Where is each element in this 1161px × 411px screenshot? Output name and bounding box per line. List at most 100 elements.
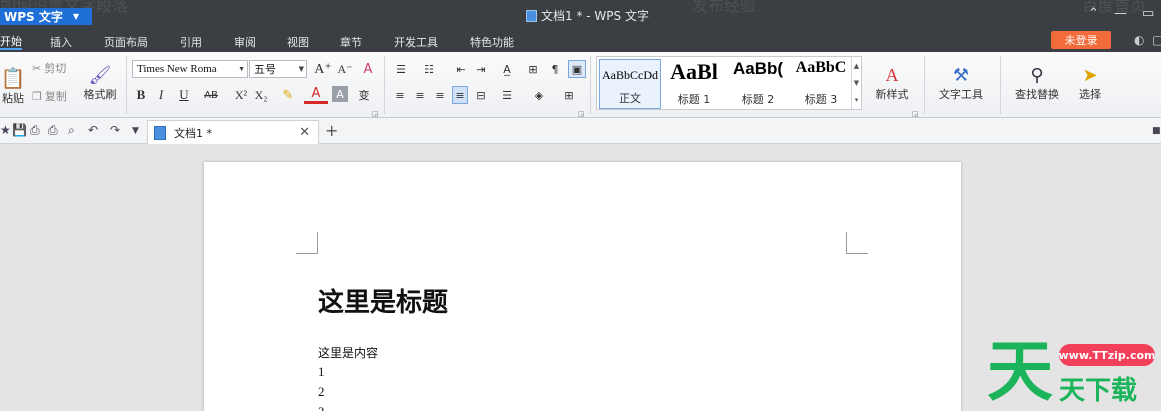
document-tab[interactable]: 文档1 * ✕ — [147, 120, 319, 144]
text-tools-button[interactable]: ⚒ 文字工具 — [930, 58, 992, 108]
restore-icon[interactable]: ▭ — [1142, 6, 1154, 21]
tab-special-features[interactable]: 特色功能 — [470, 34, 514, 50]
binoculars-icon: ⚲ — [1030, 64, 1044, 86]
select-button[interactable]: ➤ 选择 — [1070, 58, 1110, 108]
chevron-down-icon: ▼ — [853, 78, 860, 87]
border-button[interactable]: ⊞ — [558, 86, 580, 104]
align-right-icon: ≡ — [435, 88, 445, 102]
print-preview-icon[interactable]: ⌕ — [68, 123, 75, 138]
tab-chapter[interactable]: 章节 — [340, 34, 362, 50]
chevron-down-icon: ▼ — [238, 65, 245, 73]
document-paragraph: 这里是内容 — [318, 346, 379, 360]
show-marks-button[interactable]: ¶ — [546, 60, 564, 78]
underline-button[interactable]: U — [172, 86, 196, 104]
paragraph-dialog-launcher-icon[interactable]: ◲ — [578, 110, 585, 118]
document-paragraph: 2 — [318, 384, 325, 399]
tab-references[interactable]: 引用 — [180, 34, 202, 50]
new-tab-plus-icon[interactable]: + — [325, 121, 338, 140]
line-spacing-button[interactable]: ☰ — [496, 86, 518, 104]
bold-button[interactable]: B — [132, 86, 150, 104]
customize-toolbar-icon[interactable]: ▼ — [132, 126, 139, 136]
document-page[interactable]: 这里是标题 这里是内容 1 2 3 — [204, 162, 961, 411]
font-dialog-launcher-icon[interactable]: ◲ — [372, 110, 379, 118]
borders-toggle-button[interactable]: ▣ — [568, 60, 586, 78]
numbering-button[interactable]: ☷ — [420, 60, 438, 78]
print-icon[interactable]: ⎙ — [48, 123, 58, 138]
frame-icon: ▣ — [571, 62, 583, 76]
shrink-font-button[interactable]: A⁻ — [336, 60, 354, 78]
align-center-button[interactable]: ≡ — [412, 86, 428, 104]
redo-icon[interactable]: ↷ — [110, 123, 120, 137]
paste-icon: 📋 — [0, 66, 26, 90]
paint-bucket-icon: ◈ — [534, 88, 544, 102]
highlight-button[interactable]: ✎ — [276, 86, 300, 104]
ribbon-separator — [590, 56, 591, 114]
tab-review[interactable]: 审阅 — [234, 34, 256, 50]
wps-app-menu-button[interactable]: WPS 文字 ▼ — [0, 8, 92, 25]
phonetic-guide-button[interactable]: 变 — [352, 86, 376, 104]
tab-insert[interactable]: 插入 — [50, 34, 72, 50]
format-painter-button[interactable]: 🖌 格式刷 — [80, 58, 120, 108]
justify-icon: ≡ — [455, 88, 465, 102]
grow-font-button[interactable]: A⁺ — [314, 60, 332, 78]
align-left-button[interactable]: ≡ — [392, 86, 408, 104]
open-icon[interactable]: ★ — [0, 123, 11, 137]
tab-developer[interactable]: 开发工具 — [394, 34, 438, 50]
justify-button[interactable]: ≡ — [452, 86, 468, 104]
undo-icon[interactable]: ↶ — [88, 123, 98, 137]
clear-format-button[interactable]: A — [358, 60, 378, 78]
copy-button[interactable]: ❐ 复制 — [32, 86, 67, 106]
style-heading-1[interactable]: AaBl 标题 1 — [663, 59, 725, 109]
find-replace-label: 查找替换 — [1015, 87, 1059, 101]
font-size-combo[interactable]: 五号 ▼ — [249, 60, 307, 78]
brush-icon: 🖌 — [88, 64, 112, 86]
font-color-button[interactable]: A — [304, 86, 328, 104]
strikethrough-button[interactable]: AB — [198, 86, 224, 104]
font-name-combo[interactable]: Times New Roma ▼ — [132, 60, 248, 78]
tab-page-layout[interactable]: 页面布局 — [104, 34, 148, 50]
indent-icon: ⇥ — [476, 62, 486, 76]
cut-button[interactable]: ✂ 剪切 — [32, 58, 66, 78]
tab-list-icon[interactable]: ■ — [1152, 126, 1161, 136]
scissors-icon: ✂ — [32, 61, 42, 75]
distributed-align-button[interactable]: ⊟ — [472, 86, 490, 104]
text-tools-icon: ⚒ — [952, 64, 970, 86]
style-heading-3[interactable]: AaBbC 标题 3 — [791, 59, 851, 109]
italic-button[interactable]: I — [152, 86, 170, 104]
outdent-icon: ⇤ — [456, 62, 466, 76]
bullets-button[interactable]: ☰ — [392, 60, 410, 78]
align-right-button[interactable]: ≡ — [432, 86, 448, 104]
collapse-ribbon-icon[interactable]: ⌃ — [1088, 6, 1099, 21]
increase-indent-button[interactable]: ⇥ — [472, 60, 490, 78]
highlighter-icon: ✎ — [282, 87, 294, 103]
style-label: 标题 3 — [804, 93, 838, 106]
paste-button[interactable]: 📋 粘贴 — [0, 58, 26, 114]
close-icon[interactable]: ✕ — [299, 125, 310, 140]
text-tools-label: 文字工具 — [939, 87, 983, 101]
superscript-button[interactable]: X² — [232, 86, 250, 104]
chevron-up-icon: ▲ — [853, 61, 860, 70]
style-gallery-scroller[interactable]: ▲ ▼ ▾ — [851, 57, 861, 109]
decrease-indent-button[interactable]: ⇤ — [452, 60, 470, 78]
new-style-button[interactable]: A 新样式 — [866, 58, 918, 108]
styles-dialog-launcher-icon[interactable]: ◲ — [912, 110, 919, 118]
settings-icon[interactable]: ▢ — [1152, 33, 1161, 47]
table-insert-button[interactable]: ⊞ — [524, 60, 542, 78]
export-pdf-icon[interactable]: ⎙ — [30, 123, 40, 138]
subscript-button[interactable]: X₂ — [252, 86, 270, 104]
style-normal[interactable]: AaBbCcDd 正文 — [599, 59, 661, 109]
shading-button[interactable]: ◈ — [528, 86, 550, 104]
copy-label: 复制 — [44, 90, 67, 103]
style-heading-2[interactable]: AaBb( 标题 2 — [727, 59, 789, 109]
chinese-layout-button[interactable]: A̲ — [496, 60, 518, 78]
style-gallery: AaBbCcDd 正文 AaBl 标题 1 AaBb( 标题 2 AaBbC 标… — [596, 56, 862, 110]
save-icon[interactable]: 💾 — [12, 123, 27, 137]
style-label: 标题 2 — [741, 93, 775, 106]
tab-home[interactable]: 开始 — [0, 34, 22, 50]
skin-icon[interactable]: ◐ — [1134, 33, 1144, 47]
find-replace-button[interactable]: ⚲ 查找替换 — [1006, 58, 1068, 108]
char-shading-button[interactable]: A — [332, 86, 348, 102]
tab-view[interactable]: 视图 — [287, 34, 309, 50]
login-button[interactable]: 未登录 — [1051, 31, 1111, 49]
minimize-icon[interactable]: — — [1114, 6, 1127, 21]
